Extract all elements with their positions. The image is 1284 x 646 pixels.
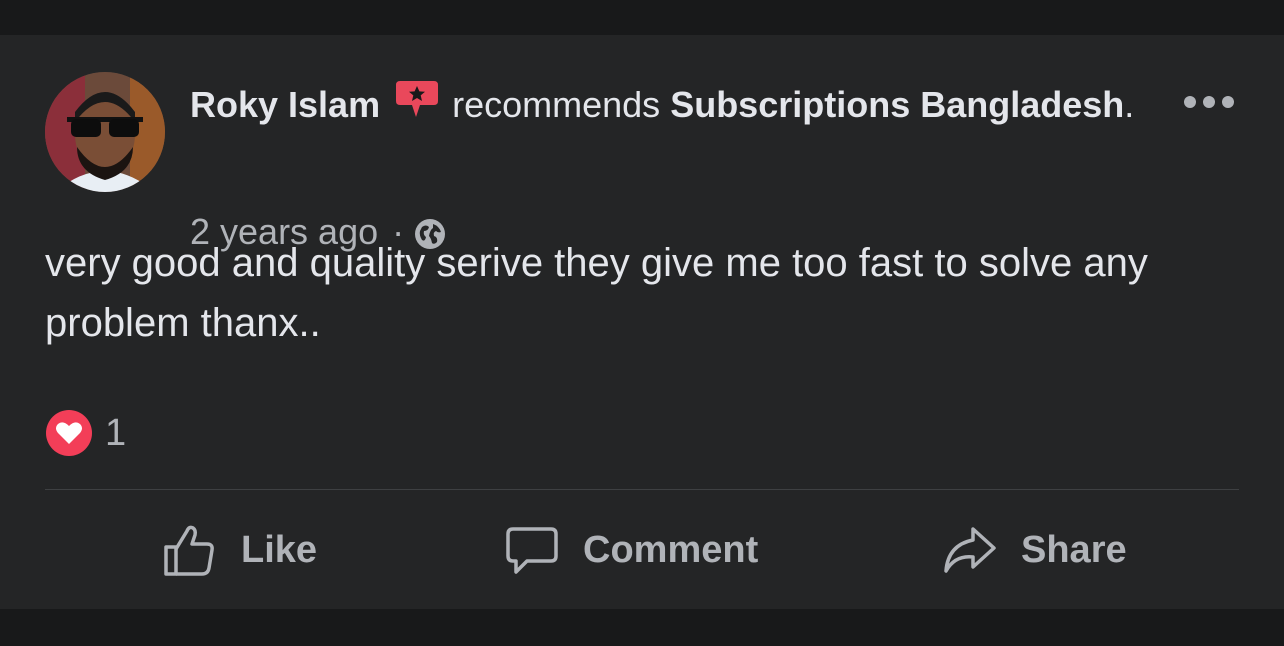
page-name-suffix: . [1124, 84, 1135, 125]
like-label: Like [241, 528, 318, 571]
recommends-verb: recommends [452, 84, 661, 125]
avatar-image [45, 72, 165, 192]
reaction-count: 1 [105, 411, 127, 454]
avatar[interactable] [45, 72, 165, 192]
comment-icon [506, 527, 558, 574]
like-button[interactable]: Like [163, 515, 317, 585]
post-header: Roky Islam recommends Subscriptions Bangl… [190, 79, 1150, 126]
post-card: Roky Islam recommends Subscriptions Bangl… [0, 35, 1284, 609]
page-name-link[interactable]: Subscriptions Bangladesh [670, 84, 1124, 125]
author-name[interactable]: Roky Islam [190, 84, 380, 125]
share-label: Share [1021, 528, 1127, 571]
share-arrow-icon [944, 527, 996, 573]
divider [45, 489, 1239, 490]
thumbs-up-icon [164, 525, 214, 576]
share-button[interactable]: Share [943, 515, 1127, 585]
love-reaction-icon [45, 409, 93, 457]
comment-label: Comment [583, 528, 759, 571]
comment-button[interactable]: Comment [505, 515, 758, 585]
more-options-icon[interactable] [1182, 87, 1236, 117]
post-body: very good and quality serive they give m… [45, 241, 1148, 345]
recommend-icon [394, 79, 440, 121]
action-bar: Like Comment Share [0, 515, 1284, 585]
reaction-summary[interactable]: 1 [45, 409, 126, 457]
